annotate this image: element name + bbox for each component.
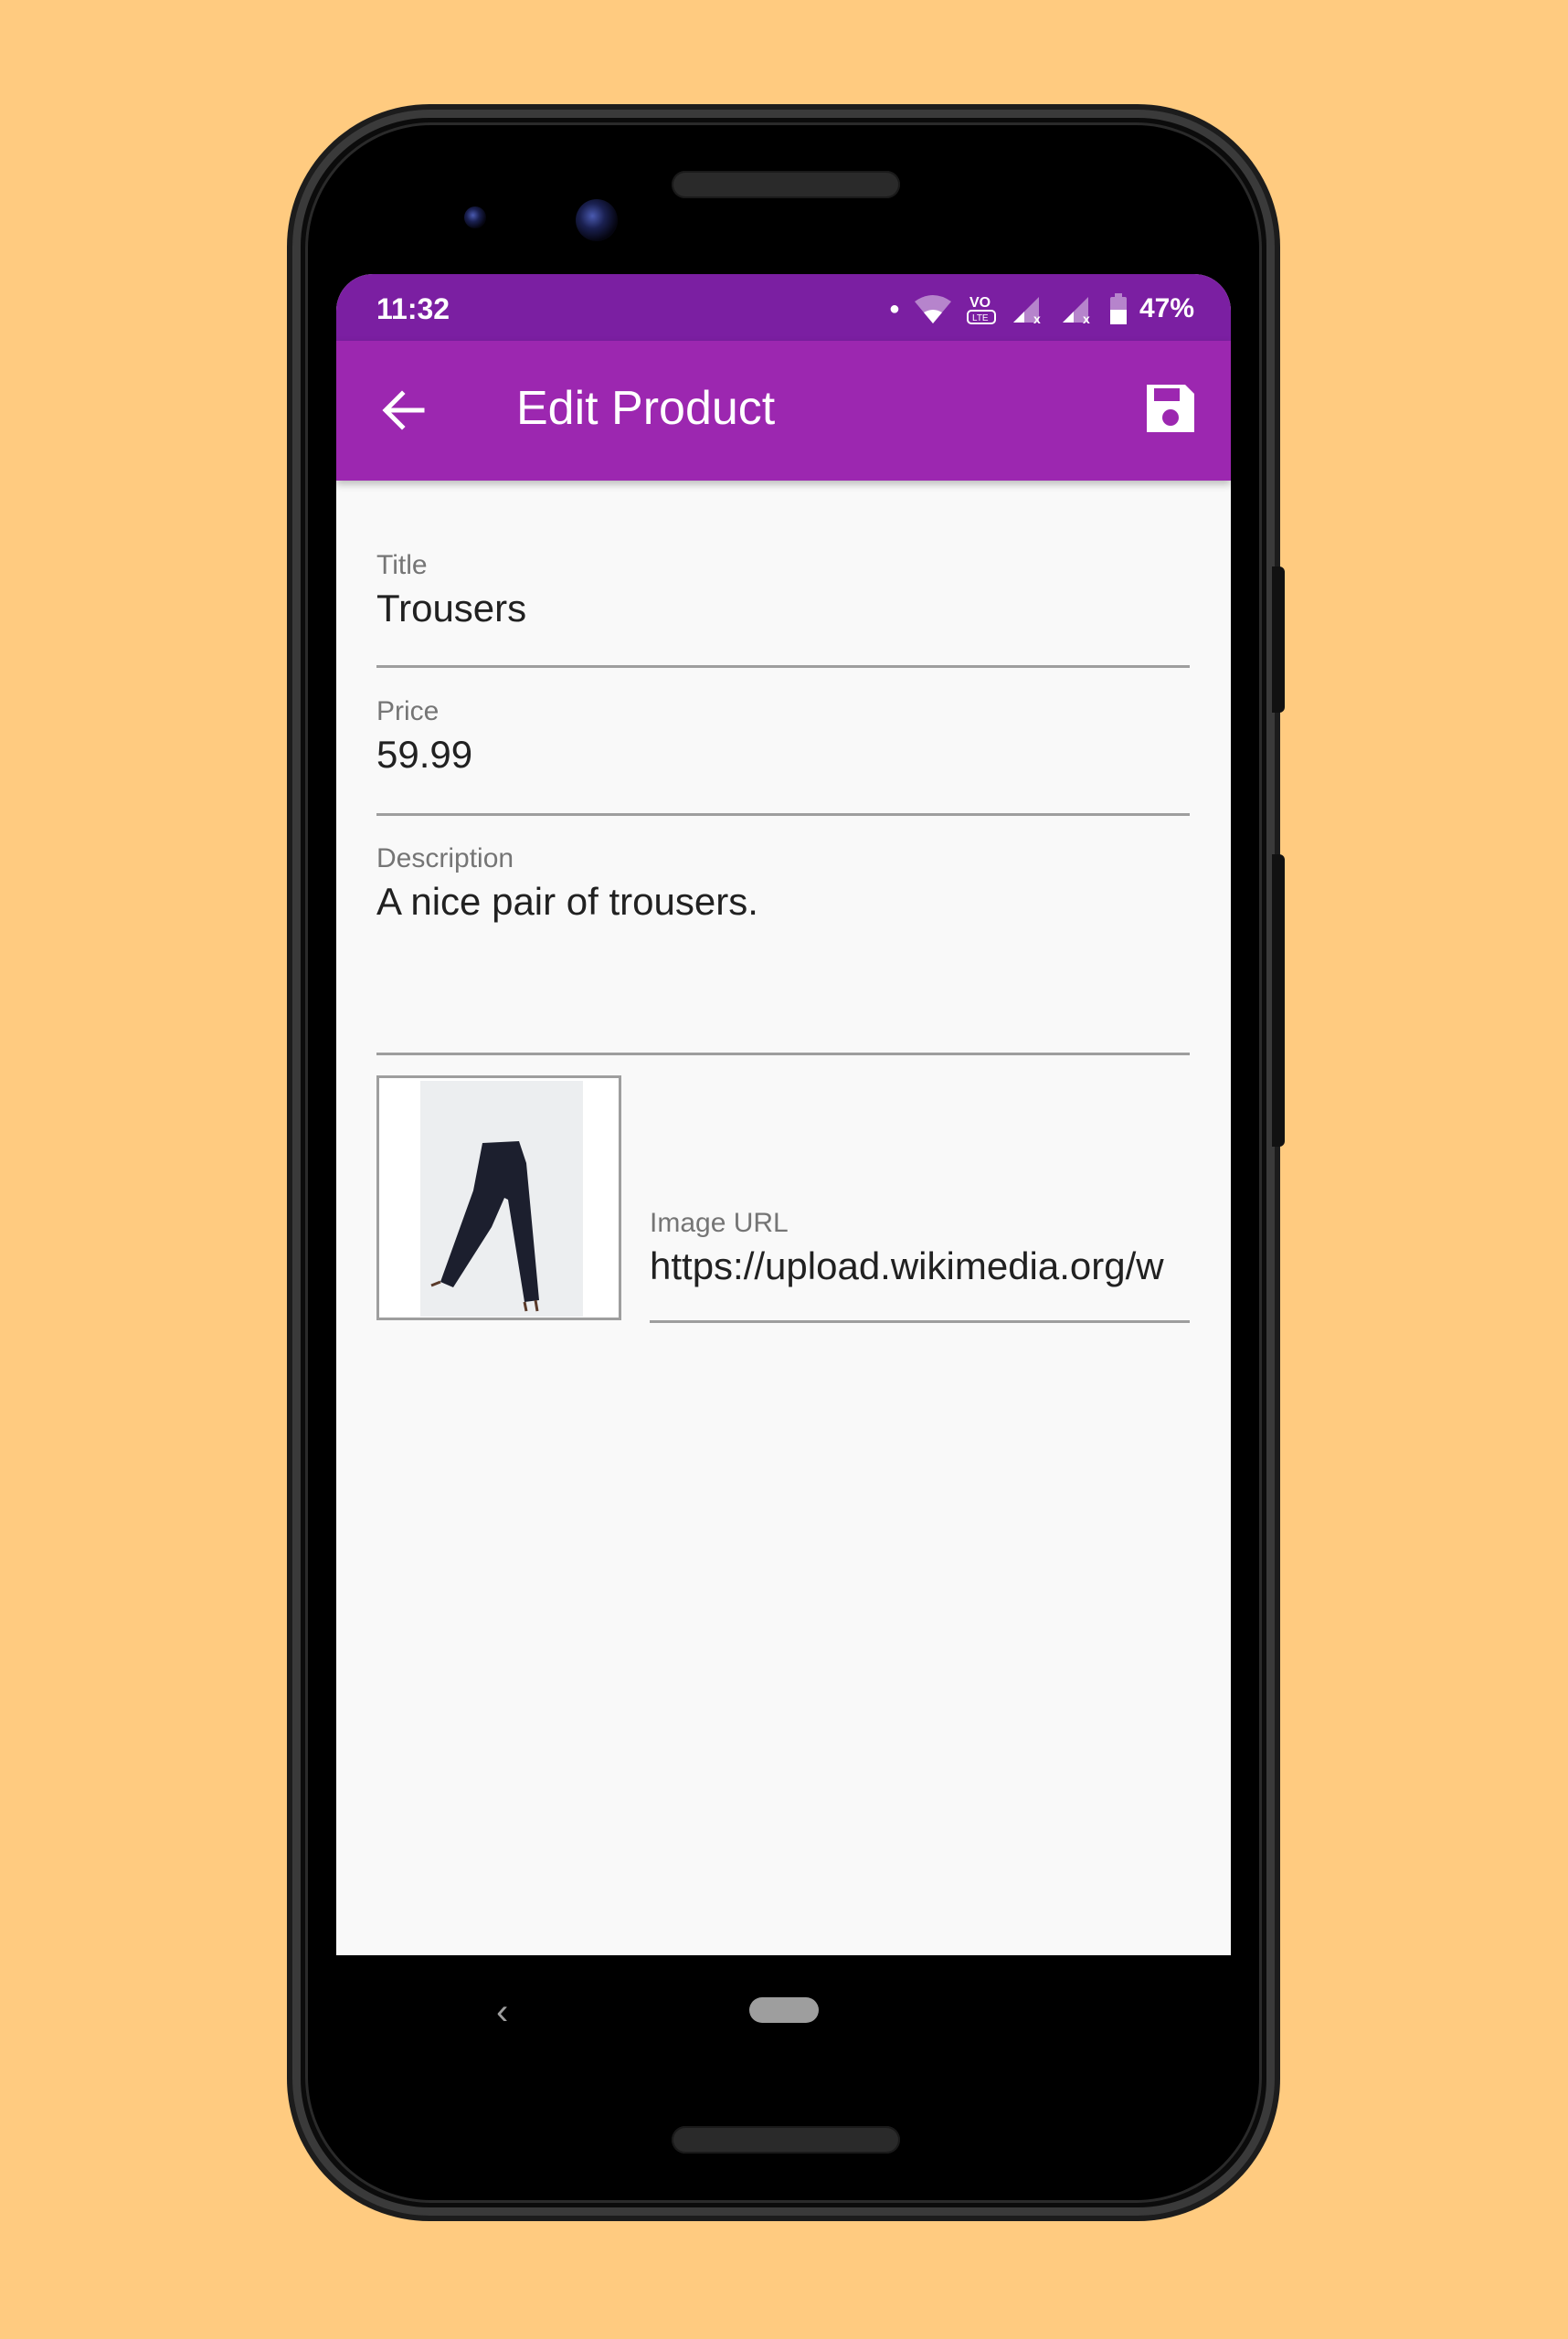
- status-bar: 11:32 ● VO LTE x x 47%: [336, 274, 1231, 341]
- arrow-left-icon: [382, 390, 425, 430]
- trousers-image: [430, 1141, 539, 1312]
- bottom-speaker: [672, 2126, 900, 2154]
- back-button[interactable]: [376, 383, 431, 438]
- title-input[interactable]: Trousers: [376, 587, 1190, 630]
- description-underline: [376, 1053, 1190, 1055]
- nav-back-icon[interactable]: ‹: [496, 1992, 508, 2033]
- page-title: Edit Product: [516, 382, 776, 435]
- nav-home-pill[interactable]: [749, 1997, 819, 2023]
- svg-text:x: x: [1033, 312, 1041, 324]
- price-label: Price: [376, 696, 440, 726]
- notification-dot-icon: ●: [888, 298, 900, 319]
- app-screen: 11:32 ● VO LTE x x 47% Edit Product Title…: [336, 274, 1231, 1955]
- title-underline: [376, 665, 1190, 668]
- price-field[interactable]: Price 59.99: [376, 696, 1190, 816]
- front-sensor: [464, 206, 486, 228]
- floppy-disk-icon: [1147, 385, 1194, 432]
- svg-text:x: x: [1083, 312, 1090, 324]
- svg-text:VO: VO: [969, 295, 991, 311]
- top-speaker: [672, 171, 900, 198]
- signal-x-icon: x: [1062, 297, 1090, 324]
- description-input[interactable]: A nice pair of trousers.: [376, 880, 1190, 924]
- image-url-input[interactable]: https://upload.wikimedia.org/w: [650, 1244, 1190, 1288]
- description-label: Description: [376, 843, 514, 873]
- image-url-underline: [650, 1320, 1190, 1323]
- status-icons: ● VO LTE x x 47%: [889, 291, 1194, 327]
- wifi-icon: [914, 295, 951, 323]
- volte-icon: VO LTE: [966, 295, 996, 324]
- front-camera: [576, 199, 618, 241]
- price-underline: [376, 813, 1190, 816]
- battery-percent: 47%: [1139, 293, 1194, 323]
- system-nav-bar: ‹: [336, 1955, 1231, 2065]
- image-url-field[interactable]: Image URL https://upload.wikimedia.org/w: [650, 1208, 1190, 1323]
- app-toolbar: Edit Product: [336, 341, 1231, 481]
- image-preview: [376, 1075, 621, 1320]
- status-time: 11:32: [376, 292, 450, 325]
- svg-text:LTE: LTE: [972, 313, 989, 323]
- title-field[interactable]: Title Trousers: [376, 550, 1190, 668]
- description-field[interactable]: Description A nice pair of trousers.: [376, 843, 1190, 1055]
- product-photo: [420, 1081, 583, 1317]
- price-input[interactable]: 59.99: [376, 733, 1190, 777]
- battery-icon: [1109, 293, 1127, 324]
- save-button[interactable]: [1143, 381, 1198, 436]
- title-label: Title: [376, 550, 428, 580]
- volume-button: [1272, 854, 1285, 1147]
- image-url-label: Image URL: [650, 1208, 789, 1238]
- power-button: [1272, 566, 1285, 713]
- signal-x-icon: x: [1012, 297, 1041, 324]
